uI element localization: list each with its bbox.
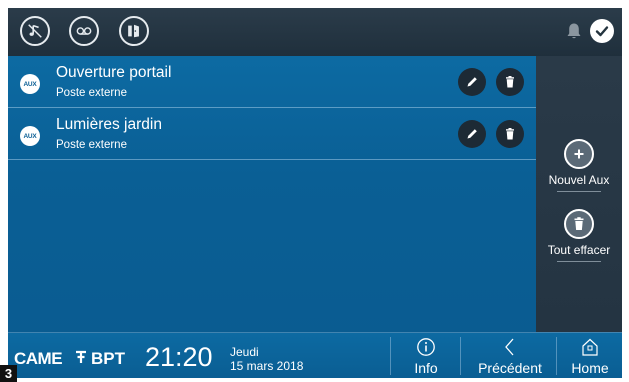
brand-bpt: BPT: [91, 349, 125, 368]
door-icon: [128, 24, 139, 38]
divider: [460, 337, 461, 375]
clear-all-button[interactable]: Tout effacer: [536, 209, 622, 262]
list-item[interactable]: AUX Ouverture portail Poste externe: [8, 56, 536, 108]
music-mute-icon: [28, 24, 42, 38]
intercom-screen: AUX Ouverture portail Poste externe AUX …: [8, 8, 622, 378]
new-aux-label: Nouvel Aux: [548, 173, 610, 187]
item-subtitle: Poste externe: [56, 87, 127, 99]
item-subtitle: Poste externe: [56, 139, 127, 151]
voicemail-icon: [76, 27, 92, 35]
aux-badge-icon: AUX: [20, 74, 40, 94]
bottom-bar: CAME BPT 21:20 Jeudi 15 mars 2018 Info P…: [8, 332, 622, 378]
page-number: 3: [0, 365, 17, 382]
item-title: Ouverture portail: [56, 64, 172, 81]
delete-button[interactable]: [496, 120, 524, 148]
pencil-icon: [467, 77, 477, 87]
new-aux-button[interactable]: Nouvel Aux: [536, 139, 622, 192]
date-text: 15 mars 2018: [230, 359, 304, 373]
back-label: Précédent: [478, 360, 542, 376]
trash-icon: [506, 128, 514, 140]
info-icon: [417, 338, 435, 356]
info-button[interactable]: Info: [400, 333, 452, 378]
edit-button[interactable]: [458, 68, 486, 96]
home-label: Home: [571, 360, 609, 376]
trash-icon: [506, 76, 514, 88]
plus-circle: [564, 139, 594, 169]
trash-circle: [564, 209, 594, 239]
brand-came: CAME: [14, 349, 63, 368]
divider: [556, 337, 557, 375]
divider: [557, 261, 601, 262]
day-name: Jeudi: [230, 345, 259, 359]
music-mute-button[interactable]: [20, 16, 50, 46]
voicemail-button[interactable]: [69, 16, 99, 46]
back-button[interactable]: Précédent: [466, 333, 554, 378]
brand-logo-icon: [76, 350, 86, 363]
confirm-button[interactable]: [590, 19, 614, 43]
chevron-left-icon: [505, 338, 514, 356]
pencil-icon: [467, 129, 477, 139]
info-label: Info: [414, 360, 438, 376]
door-button[interactable]: [119, 16, 149, 46]
aux-list: AUX Ouverture portail Poste externe AUX …: [8, 56, 536, 160]
home-icon: [582, 338, 598, 356]
side-panel: Nouvel Aux Tout effacer: [536, 56, 622, 332]
home-button[interactable]: Home: [562, 333, 618, 378]
delete-button[interactable]: [496, 68, 524, 96]
bell-icon: [567, 23, 581, 39]
list-item[interactable]: AUX Lumières jardin Poste externe: [8, 108, 536, 160]
aux-badge-icon: AUX: [20, 126, 40, 146]
top-bar: [8, 8, 622, 56]
plus-icon: [574, 149, 584, 159]
check-icon: [595, 26, 609, 37]
clock: 21:20: [145, 342, 213, 372]
clear-all-label: Tout effacer: [547, 243, 611, 257]
trash-icon: [574, 217, 584, 230]
edit-button[interactable]: [458, 120, 486, 148]
divider: [557, 191, 601, 192]
divider: [390, 337, 391, 375]
item-title: Lumières jardin: [56, 116, 162, 133]
